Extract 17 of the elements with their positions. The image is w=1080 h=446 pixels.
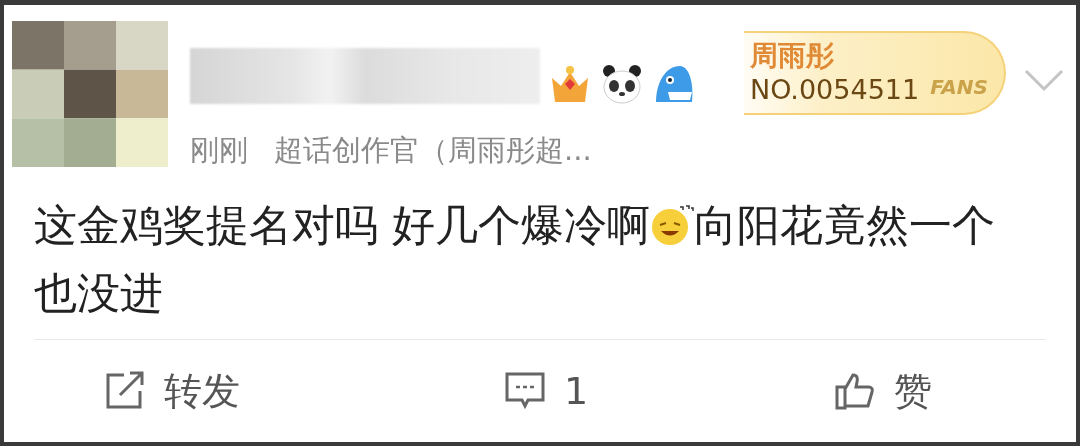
emoji-icon <box>649 203 694 247</box>
comment-button[interactable]: 1 <box>504 369 834 413</box>
like-button[interactable]: 赞 <box>834 365 1034 417</box>
post-source: 超话创作官（周雨彤超... <box>274 132 592 169</box>
post-time: 刚刚 <box>190 132 248 169</box>
fan-badge-label: FANS <box>930 75 988 99</box>
fan-badge-name: 周雨彤 <box>750 39 835 73</box>
thumbs-up-icon <box>834 371 876 411</box>
post-text: 这金鸡奖提名对吗 好几个爆冷啊 <box>34 199 650 252</box>
chevron-down-icon[interactable] <box>1024 69 1064 93</box>
panda-icon <box>600 62 644 106</box>
post-text: 也没进 <box>34 267 163 320</box>
fan-badge-number: NO.0054511 <box>750 73 920 107</box>
post-text: 向阳花竟然一个 <box>693 199 995 252</box>
comment-icon <box>504 371 546 411</box>
repost-button[interactable]: 转发 <box>104 365 504 417</box>
share-icon <box>104 371 146 411</box>
